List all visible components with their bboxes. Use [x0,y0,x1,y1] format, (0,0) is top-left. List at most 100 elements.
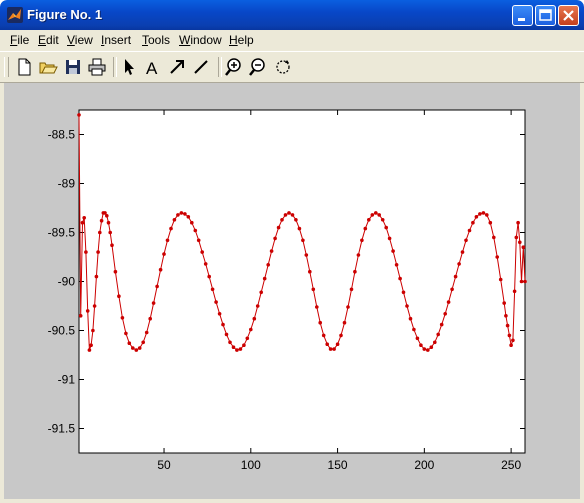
data-point [342,320,347,325]
data-point [308,269,312,274]
data-point [405,304,409,308]
data-point [518,240,522,245]
toolbar-grip[interactable] [4,57,9,77]
y-tick-label: -91.5 [48,422,76,436]
insert-text-icon[interactable]: A [143,57,163,77]
data-point [94,274,99,279]
zoom-in-icon[interactable] [225,57,245,77]
data-point [436,332,441,337]
data-point [419,343,423,348]
data-point [113,269,118,274]
data-point [276,225,281,230]
zoom-out-icon[interactable] [249,57,269,77]
y-tick-label: -89.5 [48,226,76,240]
title-bar[interactable]: Figure No. 1 [0,0,584,30]
menu-tools[interactable]: Tools [142,33,170,47]
data-point [514,235,519,240]
data-point [457,262,461,266]
line-plot[interactable]: -88.5 -89 -89.5 -90 -90.5 -91 -91.5 50 100 150 20… [4,83,580,499]
matlab-logo-icon [7,7,23,23]
data-point [84,250,88,254]
data-point [311,287,316,292]
data-point [134,348,139,352]
data-point [356,253,361,257]
data-point [262,276,267,281]
insert-line-icon[interactable] [191,57,211,77]
data-point [471,220,475,225]
data-point [398,276,402,281]
data-point [426,348,430,352]
data-point [433,340,437,345]
data-point [186,215,191,219]
arrow-pointer-icon[interactable] [119,57,139,77]
data-point [429,345,434,350]
data-point [287,211,291,215]
x-tick-label: 200 [414,458,434,472]
open-folder-icon[interactable] [38,57,58,77]
minimize-icon [518,18,525,21]
data-point [464,238,468,243]
data-point [335,342,340,347]
data-point [108,230,112,235]
data-point [77,113,81,117]
data-point [353,269,357,274]
toolbar-separator [113,57,117,77]
data-point [502,301,507,305]
x-tick-label: 250 [501,458,521,472]
menu-help[interactable]: Help [229,33,254,47]
data-point [321,333,326,338]
data-point [290,213,295,217]
data-point [283,213,288,217]
data-point [488,220,493,225]
menu-view[interactable]: View [67,33,93,47]
data-point [478,212,482,216]
figure-canvas[interactable]: -88.5 -89 -89.5 -90 -90.5 -91 -91.5 50 100 150 20… [4,83,580,499]
data-point [266,263,271,267]
data-point [92,304,97,308]
data-point [245,336,250,341]
new-file-icon[interactable] [14,57,34,77]
data-point [80,220,85,225]
print-icon[interactable] [87,57,107,77]
data-point [304,253,309,257]
y-tick-label: -90 [58,275,76,289]
data-point [360,238,364,243]
data-point [507,333,512,338]
maximize-icon [539,9,552,21]
menu-insert[interactable]: Insert [101,33,131,47]
data-point [235,348,239,352]
data-point [504,314,508,318]
data-point [144,330,149,335]
data-point [512,289,517,294]
data-point [511,338,515,343]
figure-window: Figure No. 1 File Edit View Insert Tools… [0,0,584,503]
menu-edit[interactable]: Edit [38,33,59,47]
rotate-3d-icon[interactable] [273,57,293,77]
save-icon[interactable] [63,57,83,77]
data-point [255,304,260,308]
data-point [439,322,444,327]
data-point [120,316,125,320]
data-point [203,262,208,266]
data-point [148,316,152,321]
data-point [91,328,95,333]
data-point [332,347,336,351]
data-point [374,211,378,215]
data-point [460,250,465,254]
data-point [183,212,187,216]
y-tick-label: -89 [58,177,76,191]
close-button[interactable] [558,5,579,26]
data-point [370,213,375,217]
insert-arrow-icon[interactable] [167,57,187,77]
data-point [193,228,198,233]
maximize-button[interactable] [535,5,556,26]
minimize-button[interactable] [512,5,533,26]
menu-file[interactable]: File [10,33,29,47]
data-point [78,314,83,318]
data-point [443,312,448,316]
data-point [422,347,427,351]
data-point [172,218,177,222]
data-point [519,279,524,284]
menu-window[interactable]: Window [179,33,222,47]
data-point [207,274,211,279]
